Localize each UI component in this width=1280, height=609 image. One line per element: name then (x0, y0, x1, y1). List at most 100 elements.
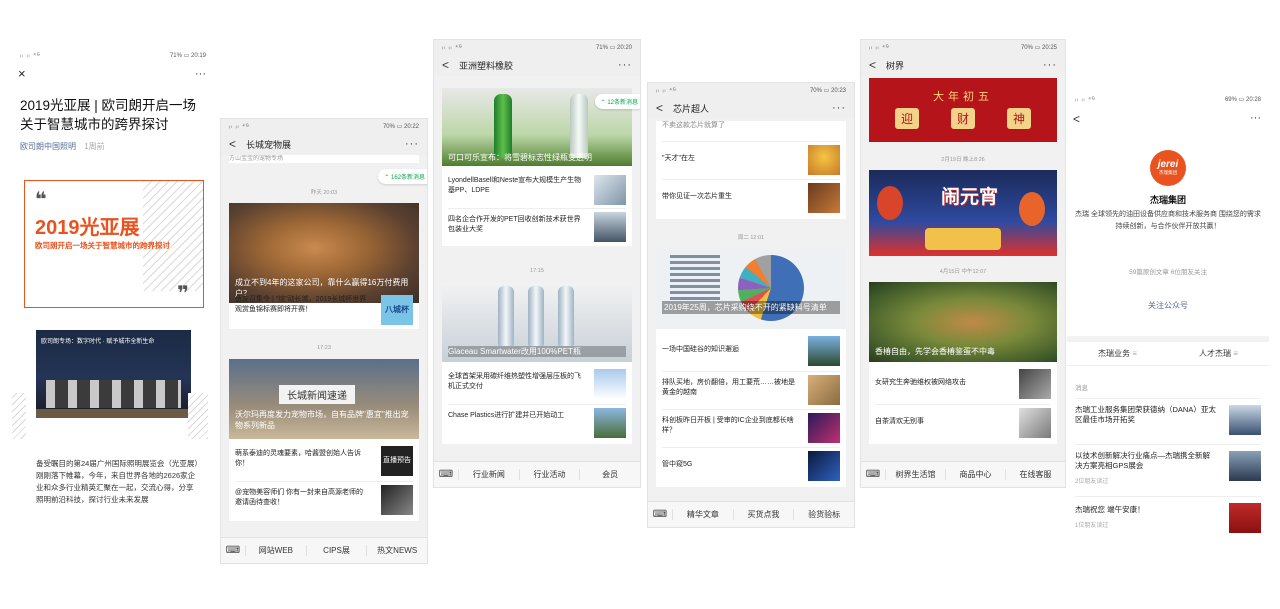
account-stats: 59篇原创文章 6位朋友关注 (1129, 269, 1207, 276)
menu-item[interactable]: 行业新闻 (458, 469, 519, 480)
keyboard-icon[interactable]: ⌨ (434, 469, 458, 480)
water-bottle (498, 286, 514, 346)
keyboard-icon[interactable]: ⌨ (648, 509, 672, 520)
menu-item[interactable]: 商品中心 (945, 469, 1005, 480)
banner-hatch-pattern (143, 181, 203, 291)
list-item[interactable]: 不卖这款芯片就算了 (662, 121, 840, 135)
event-photo: 欧司朗专场：数字时代 · 赋予城市全新生命 (36, 330, 191, 418)
phone-osram-article: ᵢₗ ᵢₗ ⁴ᴳ 71% ▭ 20:19 × ··· 2019光亚展 | 欧司朗… (12, 48, 214, 568)
status-bar: ᵢₗ ᵢₗ ⁴ᴳ 69% ▭ 20:28 (1067, 92, 1269, 106)
close-icon[interactable]: × (18, 66, 26, 81)
festival-figures (925, 228, 1001, 250)
item-title: 以技术创新解决行业痛点—杰瑞携全新解决方案亮相GPS展会 (1075, 451, 1210, 470)
new-messages-pill[interactable]: ⌃ 12条新消息 (594, 94, 640, 109)
menu-item[interactable]: 热文NEWS (366, 545, 427, 556)
back-icon[interactable]: < (229, 137, 236, 151)
more-icon[interactable]: ··· (618, 59, 632, 71)
phone-yazhou: ᵢₗ ᵢₗ ⁴ᴳ 71% ▭ 20:20 < 亚洲塑料橡胶 ··· 可口可乐宣布… (434, 40, 640, 487)
list-item[interactable]: 一场中国硅谷的知识邂逅 (662, 333, 840, 371)
list-item[interactable]: 以技术创新解决行业痛点—杰瑞携全新解决方案亮相GPS展会 2位朋友读过 (1075, 444, 1261, 490)
status-bar: ᵢₗ ᵢₗ ⁴ᴳ 71% ▭ 20:20 (434, 40, 640, 54)
more-icon[interactable]: ··· (832, 102, 846, 114)
new-messages-count: 162条新消息 (390, 175, 425, 181)
message-card-fade: 方山宝宝的宠物专场 (229, 155, 419, 163)
back-icon[interactable]: < (442, 58, 449, 72)
list-item[interactable]: Chase Plastics进行扩建并已开始动工 (448, 404, 626, 442)
bottom-menu: ⌨ 行业新闻 行业活动 会员 (434, 461, 640, 487)
item-title: 杰瑞祝您 端午安康！ (1075, 505, 1145, 514)
article-title: 2019光亚展 | 欧司朗开启一场关于智慧城市的跨界探讨 (20, 98, 197, 132)
back-icon[interactable]: < (1073, 112, 1080, 126)
message-card[interactable]: 长城新闻速递 沃尔玛再度发力宠物市场，自有品牌"惠宜"推出宠物系列新品 萌系泰迪… (229, 359, 419, 521)
signal-indicator: ᵢₗ ᵢₗ ⁴ᴳ (656, 87, 677, 94)
banner-top-text: 大年初五 (933, 91, 993, 103)
list-item[interactable]: 自茶清欢无别事 (875, 404, 1051, 442)
list-item[interactable]: 鱼友召集令 | "炫"动长城，2019长城杯世界观赏鱼锦标赛即将开赛！ 八城杯 (235, 287, 413, 325)
message-card[interactable]: Glaceau Smartwater改用100%PET瓶 全球首架采用碳纤维热塑… (442, 282, 632, 444)
timestamp: 17:23 (317, 345, 331, 351)
tab-talent[interactable]: 人才杰瑞 ≡ (1168, 348, 1269, 359)
item-thumbnail (808, 145, 840, 175)
more-icon[interactable]: ··· (1043, 59, 1057, 71)
bottom-menu: ⌨ 树界生活馆 商品中心 在线客服 (861, 461, 1065, 487)
more-icon[interactable]: ··· (195, 68, 206, 80)
item-thumbnail (808, 451, 840, 481)
water-bottle (528, 286, 544, 346)
menu-item[interactable]: 精华文章 (672, 509, 733, 520)
list-item[interactable]: 管中窥5G (662, 447, 840, 485)
message-card[interactable]: 成立不到4年的这家公司，靠什么赢得16万付费用户？ 鱼友召集令 | "炫"动长城… (229, 203, 419, 329)
battery-time: 69% ▭ 20:28 (1224, 96, 1261, 103)
message-card[interactable]: 香椿自由，先学会香椿鉴蛋不中毒 女研究生奔驰维权被网络攻击 自茶清欢无别事 (869, 282, 1057, 444)
item-thumbnail (1229, 405, 1261, 435)
phone-shujie: ᵢₗ ᵢₗ ⁴ᴳ 70% ▭ 20:25 < 树界 ··· 大年初五 迎 财 神… (861, 40, 1065, 487)
keyboard-icon[interactable]: ⌨ (221, 545, 245, 556)
new-messages-pill[interactable]: ⌃ 162条新消息 (378, 169, 427, 184)
more-icon[interactable]: ··· (1250, 112, 1261, 124)
section-label: 消息 (1075, 385, 1088, 392)
article-banner: ❝ 2019光亚展 欧司朗开启一场关于智慧城市的跨界探讨 ❞ (24, 180, 204, 308)
message-card[interactable]: 可口可乐宣布：将雪碧标志性绿瓶变透明 LyondellBasell和Neste宣… (442, 88, 632, 246)
menu-item[interactable]: 网站WEB (245, 545, 306, 556)
list-item[interactable]: 全球首架采用碳纤维热塑性增强层压板的飞机正式交付 (448, 366, 626, 404)
menu-item[interactable]: 行业活动 (518, 469, 580, 480)
item-title: LyondellBasell和Neste宣布大规模生产生物基PP、LDPE (448, 177, 582, 194)
tab-business[interactable]: 杰瑞业务 ≡ (1067, 348, 1168, 359)
banner-subtitle: 欧司朗开启一场关于智慧城市的跨界探讨 (35, 241, 170, 250)
list-item[interactable]: 带你见证一次芯片重生 (662, 179, 840, 217)
hero-title: Glaceau Smartwater改用100%PET瓶 (448, 346, 626, 357)
chat-header: < 长城宠物展 ··· (221, 133, 427, 155)
item-title: 一场中国硅谷的知识邂逅 (662, 346, 739, 353)
list-item[interactable]: 杰瑞工业服务集团荣获德纳（DANA）亚太区最佳市场开拓奖 (1075, 398, 1261, 438)
chart-legend (670, 255, 720, 301)
message-card[interactable]: 2019年25周，芯片采购绕不开的紧缺料号清单 一场中国硅谷的知识邂逅 排队买地… (656, 249, 846, 487)
hero-title: 2019年25周，芯片采购绕不开的紧缺料号清单 (662, 301, 840, 314)
message-card[interactable]: 不卖这款芯片就算了 "天才"在左 带你见证一次芯片重生 (656, 121, 846, 219)
list-item[interactable]: 杰瑞祝您 端午安康！ 1位朋友读过 (1075, 496, 1261, 536)
battery-time: 71% ▭ 20:20 (595, 44, 632, 51)
menu-item[interactable]: 买货点我 (732, 509, 794, 520)
item-thumbnail (1019, 408, 1051, 438)
list-item[interactable]: LyondellBasell和Neste宣布大规模生产生物基PP、LDPE (448, 172, 626, 208)
list-item[interactable]: 女研究生奔驰维权被网络攻击 (875, 366, 1051, 404)
festival-banner[interactable]: 大年初五 迎 财 神 (869, 78, 1057, 142)
list-item[interactable]: "天才"在左 (662, 141, 840, 179)
list-item[interactable]: 科创板昨日开板 | 受审的IC企业到底都长啥样？ (662, 409, 840, 447)
author-link[interactable]: 欧司朗中国照明 (20, 142, 76, 151)
lantern-festival-card[interactable]: 闹元宵 (869, 170, 1057, 256)
menu-item[interactable]: 会员 (579, 469, 640, 480)
follow-button[interactable]: 关注公众号 (1067, 300, 1269, 311)
list-item[interactable]: 排队买地，房价翻倍，用工要荒……被地是黄金的越南 (662, 371, 840, 409)
item-title: 女研究生奔驰维权被网络攻击 (875, 379, 966, 386)
account-name: 杰瑞集团 (1149, 195, 1186, 205)
back-icon[interactable]: < (869, 58, 876, 72)
keyboard-icon[interactable]: ⌨ (861, 469, 885, 480)
list-item[interactable]: 萌系泰迪的灵魂要素，哈酱盟创始人告诉你！ 直播预告 (235, 443, 413, 481)
list-item[interactable]: 四名企合作开发的PET回收创新技术获世界包装业大奖 (448, 208, 626, 246)
more-icon[interactable]: ··· (405, 138, 419, 150)
menu-item[interactable]: 在线客服 (1005, 469, 1065, 480)
list-item[interactable]: @宠物美容师们 你有一封来自高源老师的邀请函待查收！ (235, 481, 413, 519)
menu-item[interactable]: 树界生活馆 (885, 469, 945, 480)
back-icon[interactable]: < (656, 101, 663, 115)
menu-item[interactable]: 验货验标 (793, 509, 854, 520)
menu-item[interactable]: CIPS展 (305, 545, 367, 556)
